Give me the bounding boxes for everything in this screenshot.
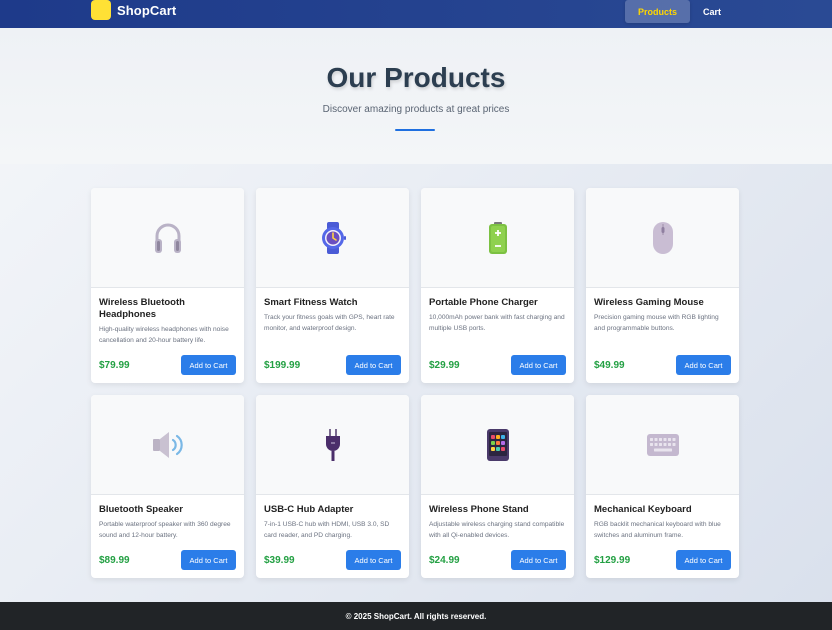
brand[interactable]: ShopCart xyxy=(91,0,176,20)
product-card: USB-C Hub Adapter 7-in-1 USB-C hub with … xyxy=(256,395,409,578)
product-image xyxy=(421,395,574,495)
product-image xyxy=(586,188,739,288)
page-title: Our Products xyxy=(326,62,506,93)
nav-link-products[interactable]: Products xyxy=(624,0,690,23)
navbar: ShopCart Products Cart xyxy=(0,0,832,28)
product-image xyxy=(91,188,244,288)
headphones-icon xyxy=(153,221,183,255)
product-description: 10,000mAh power bank with fast charging … xyxy=(429,314,565,332)
product-name: Portable Phone Charger xyxy=(429,297,538,308)
battery-icon xyxy=(486,221,510,255)
watch-icon xyxy=(318,221,348,255)
product-price: $79.99 xyxy=(99,359,130,371)
footer: © 2025 ShopCart. All rights reserved. xyxy=(0,602,832,630)
product-price: $39.99 xyxy=(264,554,295,566)
product-image xyxy=(91,395,244,495)
product-card: Smart Fitness Watch Track your fitness g… xyxy=(256,188,409,383)
product-image xyxy=(256,188,409,288)
page-subtitle: Discover amazing products at great price… xyxy=(322,104,510,115)
nav-link-cart[interactable]: Cart xyxy=(690,2,734,22)
add-to-cart-button[interactable]: Add to Cart xyxy=(511,355,566,375)
product-card: Wireless Gaming Mouse Precision gaming m… xyxy=(586,188,739,383)
product-price: $29.99 xyxy=(429,359,460,371)
product-card: Bluetooth Speaker Portable waterproof sp… xyxy=(91,395,244,578)
product-grid: Wireless Bluetooth Headphones High-quali… xyxy=(91,188,740,578)
product-description: Adjustable wireless charging stand compa… xyxy=(429,521,565,539)
footer-text: © 2025 ShopCart. All rights reserved. xyxy=(345,611,487,621)
speaker-icon xyxy=(151,430,185,460)
product-price: $24.99 xyxy=(429,554,460,566)
product-name: Wireless Phone Stand xyxy=(429,504,529,515)
phone-icon xyxy=(486,428,510,462)
product-name: Wireless Gaming Mouse xyxy=(594,297,704,308)
shopping-bag-icon xyxy=(91,0,111,20)
product-name: Wireless Bluetooth Headphones xyxy=(99,297,185,320)
product-price: $129.99 xyxy=(594,554,631,566)
product-image xyxy=(586,395,739,495)
product-description: High-quality wireless headphones with no… xyxy=(99,326,229,344)
product-image xyxy=(421,188,574,288)
add-to-cart-button[interactable]: Add to Cart xyxy=(511,550,566,570)
product-description: Track your fitness goals with GPS, heart… xyxy=(264,314,395,332)
product-description: 7-in-1 USB-C hub with HDMI, USB 3.0, SD … xyxy=(264,521,390,539)
product-price: $49.99 xyxy=(594,359,625,371)
add-to-cart-button[interactable]: Add to Cart xyxy=(181,550,236,570)
add-to-cart-button[interactable]: Add to Cart xyxy=(676,355,731,375)
brand-name: ShopCart xyxy=(117,2,177,18)
product-card: Wireless Bluetooth Headphones High-quali… xyxy=(91,188,244,383)
add-to-cart-button[interactable]: Add to Cart xyxy=(346,355,401,375)
title-underline xyxy=(395,129,435,131)
nav-links: Products Cart xyxy=(624,0,734,23)
product-card: Wireless Phone Stand Adjustable wireless… xyxy=(421,395,574,578)
product-name: Smart Fitness Watch xyxy=(264,297,358,308)
add-to-cart-button[interactable]: Add to Cart xyxy=(181,355,236,375)
product-price: $199.99 xyxy=(264,359,301,371)
add-to-cart-button[interactable]: Add to Cart xyxy=(346,550,401,570)
product-card: Portable Phone Charger 10,000mAh power b… xyxy=(421,188,574,383)
product-name: Mechanical Keyboard xyxy=(594,504,692,515)
mouse-icon xyxy=(651,221,675,255)
product-image xyxy=(256,395,409,495)
plug-icon xyxy=(323,428,343,462)
product-description: Precision gaming mouse with RGB lighting… xyxy=(594,314,719,332)
product-price: $89.99 xyxy=(99,554,130,566)
add-to-cart-button[interactable]: Add to Cart xyxy=(676,550,731,570)
product-card: Mechanical Keyboard RGB backlit mechanic… xyxy=(586,395,739,578)
product-name: Bluetooth Speaker xyxy=(99,504,183,515)
keyboard-icon xyxy=(646,433,680,457)
product-name: USB-C Hub Adapter xyxy=(264,504,354,515)
hero-section: Our Products Discover amazing products a… xyxy=(0,28,832,164)
product-description: Portable waterproof speaker with 360 deg… xyxy=(99,521,231,539)
product-description: RGB backlit mechanical keyboard with blu… xyxy=(594,521,721,539)
